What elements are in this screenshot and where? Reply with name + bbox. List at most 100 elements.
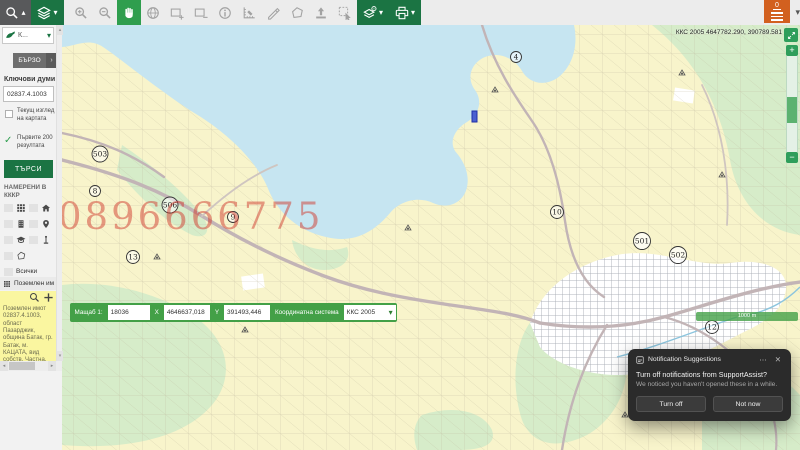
service-icon xyxy=(5,30,16,41)
zoom-slider-handle[interactable] xyxy=(787,97,797,123)
zoom-out-button[interactable] xyxy=(93,0,117,25)
queue-badge: 0 xyxy=(773,2,781,10)
scale-input[interactable] xyxy=(108,305,150,320)
svg-text:10: 10 xyxy=(552,208,562,217)
survey-pole-icon[interactable] xyxy=(41,235,51,245)
queue-button[interactable]: 0 xyxy=(764,0,790,23)
section-parcel-label: Поземлен им xyxy=(14,280,54,287)
selected-parcel[interactable] xyxy=(472,111,477,122)
map-statusbar: Мащаб 1: X Y Координатна система ККС 200… xyxy=(70,303,397,322)
first-200-check-icon[interactable]: ✓ xyxy=(4,135,12,146)
y-label: Y xyxy=(212,309,222,316)
parcels-icon xyxy=(3,280,11,288)
identify-layers-button[interactable]: ▾ xyxy=(357,0,389,25)
select-rectangle-icon xyxy=(338,6,352,20)
svg-text:4: 4 xyxy=(514,53,519,62)
search-button[interactable]: ТЪРСИ xyxy=(4,160,53,178)
measure-area-button[interactable] xyxy=(285,0,309,25)
queue-caret-icon[interactable]: ▾ xyxy=(795,7,800,18)
measure-distance-button[interactable] xyxy=(261,0,285,25)
count-badge xyxy=(4,204,13,212)
close-icon[interactable]: ✕ xyxy=(773,355,783,364)
service-selector[interactable]: К... ▾ xyxy=(2,27,54,44)
search-panel-button[interactable]: ▴ xyxy=(0,0,31,25)
count-badge xyxy=(29,204,38,212)
zoom-in-icon xyxy=(74,6,88,20)
section-parcel-header[interactable]: Поземлен им xyxy=(0,277,56,290)
queue-list-icon xyxy=(771,10,783,21)
result-type-row xyxy=(4,249,56,262)
pencil-icon xyxy=(266,6,280,20)
hand-icon xyxy=(122,6,136,20)
measure-coordinates-button[interactable] xyxy=(237,0,261,25)
current-view-checkbox[interactable] xyxy=(5,110,13,118)
svg-text:9: 9 xyxy=(231,213,236,222)
crs-label: Координатна система xyxy=(272,309,342,316)
notification-title: Notification Suggestions xyxy=(648,356,753,363)
buildings-home-icon[interactable] xyxy=(41,203,51,213)
globe-icon xyxy=(146,6,160,20)
all-results-label[interactable]: Всички xyxy=(16,268,37,275)
zoom-out-rectangle-button[interactable] xyxy=(189,0,213,25)
count-badge xyxy=(4,252,13,260)
caret-down-icon: ▾ xyxy=(389,309,393,317)
current-view-label: Текущ изглед на картата xyxy=(17,108,55,124)
caret-down-icon: ▾ xyxy=(53,9,57,17)
scale-label: Мащаб 1: xyxy=(72,309,106,316)
identify-layers-icon xyxy=(363,6,377,20)
svg-text:12: 12 xyxy=(707,323,717,332)
zone-polygon-icon[interactable] xyxy=(16,251,26,261)
scroll-left-icon[interactable]: ◂ xyxy=(0,361,8,371)
zoom-slider-track[interactable] xyxy=(786,56,798,152)
select-button[interactable] xyxy=(333,0,357,25)
parcels-icon[interactable] xyxy=(16,203,26,213)
x-input[interactable] xyxy=(164,305,210,320)
info-icon xyxy=(218,6,232,20)
scroll-up-icon[interactable]: ▴ xyxy=(57,25,63,35)
scroll-right-icon[interactable]: ▸ xyxy=(48,361,56,371)
not-now-button[interactable]: Not now xyxy=(713,396,783,412)
result-zoom-icon[interactable] xyxy=(29,292,40,303)
sidebar-horizontal-scrollbar[interactable]: ◂ ▸ xyxy=(0,361,62,371)
rectangle-minus-icon xyxy=(194,6,208,20)
y-input[interactable] xyxy=(224,305,270,320)
upload-button[interactable] xyxy=(309,0,333,25)
sidebar-vertical-scrollbar[interactable]: ▴ ▾ xyxy=(56,25,62,361)
more-options-icon[interactable]: ⋯ xyxy=(757,355,769,364)
fullscreen-icon xyxy=(787,31,796,40)
svg-text:13: 13 xyxy=(128,253,138,262)
zoom-rectangle-button[interactable] xyxy=(165,0,189,25)
polygon-icon xyxy=(290,6,304,20)
svg-text:502: 502 xyxy=(671,251,686,260)
scrollbar-thumb[interactable] xyxy=(9,362,35,370)
keywords-label: Ключови думи xyxy=(4,76,55,83)
zoom-in-button[interactable] xyxy=(69,0,93,25)
crs-select[interactable]: ККС 2005 ▾ xyxy=(344,305,396,320)
slider-zoom-in-button[interactable]: + xyxy=(786,45,798,56)
keywords-input[interactable] xyxy=(3,86,54,102)
notification-icon xyxy=(636,356,644,364)
slider-zoom-out-button[interactable]: − xyxy=(786,152,798,163)
graduation-cap-icon[interactable] xyxy=(16,235,26,245)
print-icon xyxy=(395,6,409,20)
scroll-down-icon[interactable]: ▾ xyxy=(57,351,63,361)
notification-submessage: We noticed you haven't opened these in a… xyxy=(636,381,783,388)
pan-button[interactable] xyxy=(117,0,141,25)
zoom-out-icon xyxy=(98,6,112,20)
tab-quick-search[interactable]: БЪРЗО xyxy=(13,53,46,68)
search-icon xyxy=(5,6,19,20)
print-button[interactable]: ▾ xyxy=(389,0,421,25)
result-add-icon[interactable] xyxy=(43,292,54,303)
building-icon[interactable] xyxy=(16,219,26,229)
x-label: X xyxy=(152,309,162,316)
layers-button[interactable]: ▾ xyxy=(31,0,64,25)
caret-down-icon: ▾ xyxy=(411,9,415,17)
first-200-label: Първите 200 резултата xyxy=(17,135,55,151)
location-pin-icon[interactable] xyxy=(41,219,51,229)
count-badge xyxy=(4,220,13,228)
full-extent-button[interactable] xyxy=(141,0,165,25)
layers-icon xyxy=(37,6,51,20)
turn-off-button[interactable]: Turn off xyxy=(636,396,706,412)
fullscreen-button[interactable] xyxy=(784,28,798,42)
info-button[interactable] xyxy=(213,0,237,25)
